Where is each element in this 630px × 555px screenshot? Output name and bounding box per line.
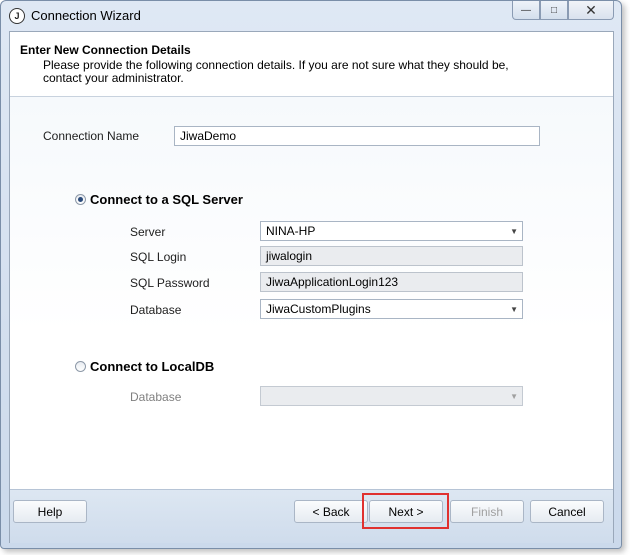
localdb-database-label: Database <box>130 390 182 404</box>
window-controls: — □ ✕ <box>512 1 614 20</box>
sql-server-radio[interactable]: Connect to a SQL Server <box>75 192 243 207</box>
server-dropdown[interactable]: NINA-HP ▼ <box>260 221 523 241</box>
next-button-highlight <box>362 493 449 529</box>
localdb-database-dropdown[interactable]: ▼ <box>260 386 523 406</box>
wizard-header: Enter New Connection Details Please prov… <box>10 32 613 97</box>
help-button[interactable]: Help <box>13 500 87 523</box>
finish-button[interactable]: Finish <box>450 500 524 523</box>
wizard-footer: Help < Back Next > Finish Cancel <box>10 489 613 543</box>
server-label: Server <box>130 225 166 239</box>
localdb-radio-label: Connect to LocalDB <box>90 359 215 374</box>
minimize-button[interactable]: — <box>512 1 540 20</box>
connection-name-label: Connection Name <box>43 129 140 143</box>
chevron-down-icon: ▼ <box>510 392 518 401</box>
window-title: Connection Wizard <box>31 8 141 23</box>
title-bar[interactable]: J Connection Wizard — □ ✕ <box>1 1 621 31</box>
radio-unselected-icon[interactable] <box>75 361 86 372</box>
back-button[interactable]: < Back <box>294 500 368 523</box>
server-value: NINA-HP <box>266 224 316 238</box>
sql-login-label: SQL Login <box>130 250 187 264</box>
page-title: Enter New Connection Details <box>20 43 191 57</box>
connection-name-input[interactable]: JiwaDemo <box>174 126 540 146</box>
localdb-radio[interactable]: Connect to LocalDB <box>75 359 214 374</box>
chevron-down-icon[interactable]: ▼ <box>510 223 518 241</box>
sql-server-radio-label: Connect to a SQL Server <box>90 192 243 207</box>
page-description: Please provide the following connection … <box>43 58 509 85</box>
chevron-down-icon[interactable]: ▼ <box>510 301 518 319</box>
database-value: JiwaCustomPlugins <box>266 302 371 316</box>
database-label: Database <box>130 303 182 317</box>
wizard-content: Enter New Connection Details Please prov… <box>9 31 614 543</box>
maximize-button[interactable]: □ <box>540 1 568 20</box>
sql-password-label: SQL Password <box>130 276 210 290</box>
close-button[interactable]: ✕ <box>568 1 614 20</box>
jiwa-logo-icon: J <box>9 8 25 24</box>
wizard-body: Connection Name JiwaDemo Connect to a SQ… <box>10 97 613 489</box>
sql-login-input[interactable]: jiwalogin <box>260 246 523 266</box>
connection-wizard-window: J Connection Wizard — □ ✕ Enter New Conn… <box>0 0 622 549</box>
sql-password-input[interactable]: JiwaApplicationLogin123 <box>260 272 523 292</box>
radio-selected-icon[interactable] <box>75 194 86 205</box>
cancel-button[interactable]: Cancel <box>530 500 604 523</box>
database-dropdown[interactable]: JiwaCustomPlugins ▼ <box>260 299 523 319</box>
